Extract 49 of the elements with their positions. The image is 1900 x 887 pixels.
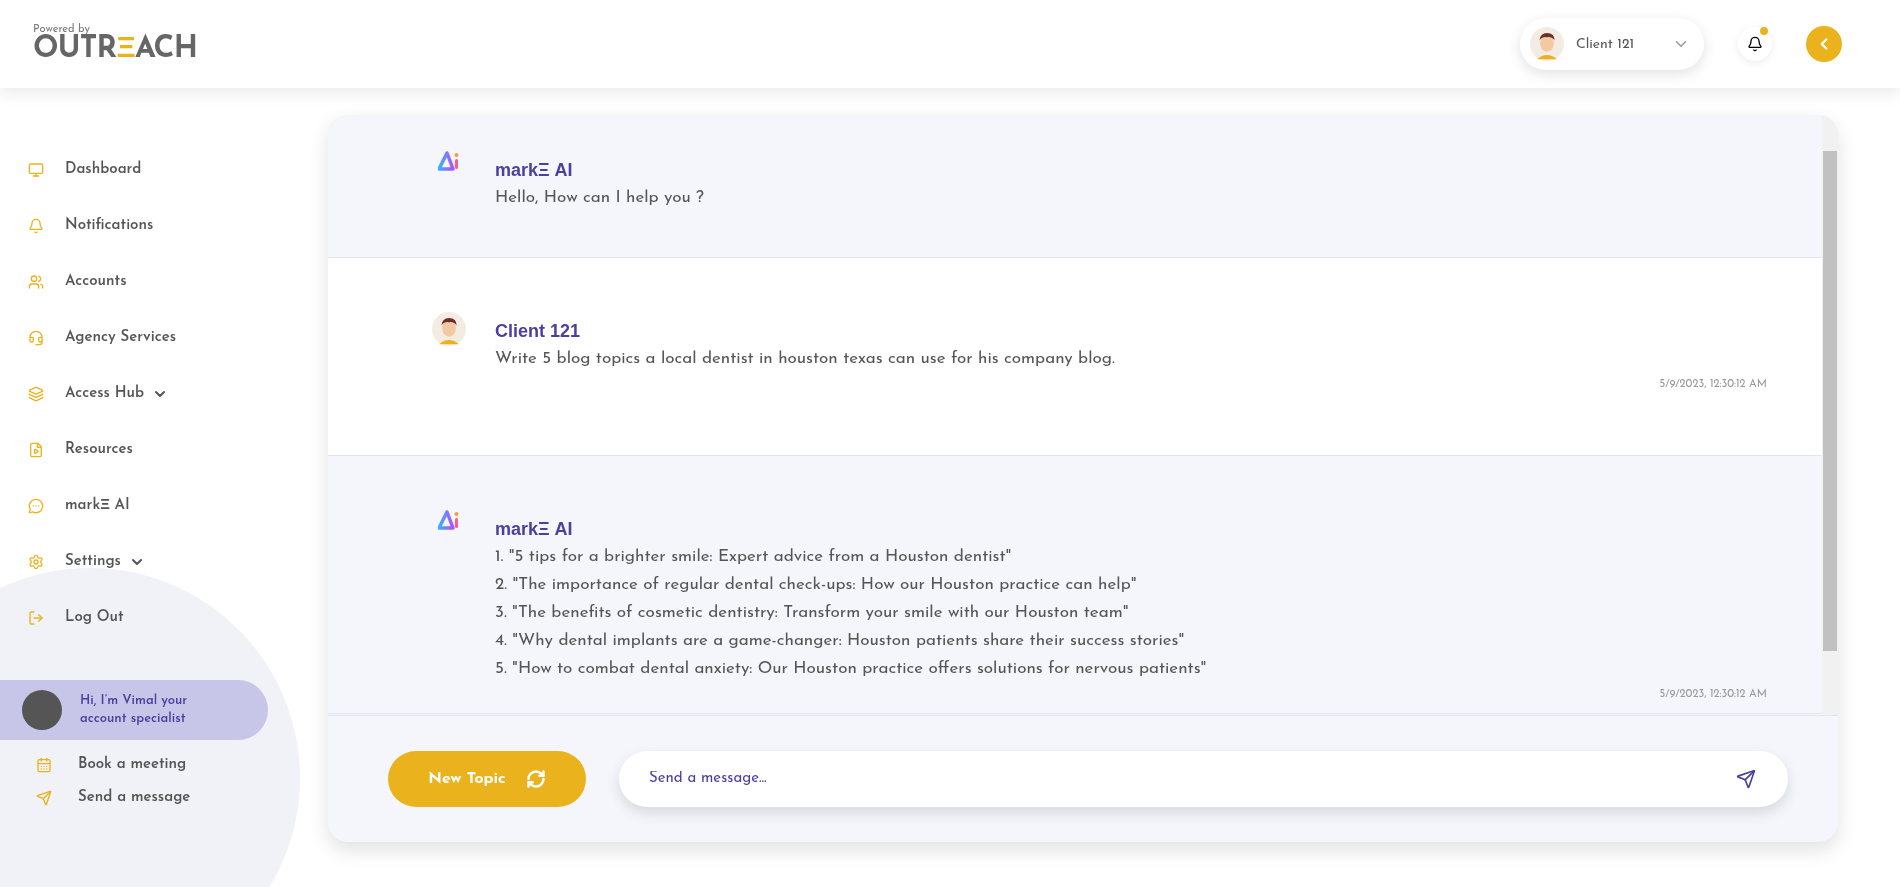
nav-item[interactable]: Log Out [0,590,328,646]
specialist-text: Hi, I’m Vimal your account specialist [80,692,189,727]
nav-item[interactable]: markΞ AI [0,478,328,534]
nav-item[interactable]: Resources [0,422,328,478]
nav-item[interactable]: Access Hub [0,366,328,422]
message-timestamp: 5/9/2023, 12:30:12 AM [1659,377,1767,392]
message-timestamp: 5/9/2023, 12:30:12 AM [1659,687,1767,702]
ai-logo-icon [438,151,460,171]
refresh-icon [525,769,546,789]
notification-button[interactable] [1738,27,1772,61]
message-author: markΞ AI [495,518,574,541]
bell-icon [1747,36,1763,52]
logo: OUTRΞACH [33,34,198,65]
powered-by-text: Powered by [33,23,91,35]
message-author: Client 121 [495,320,582,343]
message-text: 1. "5 tips for a brighter smile: Expert advice from a Houston dentist" [495,547,1013,567]
message-text: 3. "The benefits of cosmetic dentistry: Transform your smile with our Houston team" [495,603,1130,623]
nav-item[interactable]: Dashboard [0,142,328,198]
user-avatar [1530,27,1564,61]
logout-icon [28,610,44,626]
message-text: 5. "How to combat dental anxiety: Our Houston practice offers solutions for nervous patients" [495,659,1207,679]
sidebar-action[interactable]: Book a meeting [36,754,328,777]
monitor-icon [28,162,44,178]
message-author: markΞ AI [495,159,574,182]
chat-bubble-icon [28,498,44,514]
photo-placeholder [22,690,62,730]
headset-icon [28,330,44,346]
nav-item[interactable]: Accounts [0,254,328,310]
message-text: 2. "The importance of regular dental check-ups: How our Houston practice can help" [495,575,1138,595]
message-text: Hello, How can I help you ? [495,188,704,208]
sidebar-action[interactable]: Send a message [36,786,328,809]
nav-item[interactable]: Settings [0,534,328,590]
settings-icon [28,554,44,570]
user-avatar [432,312,466,346]
bell-icon [28,218,44,234]
send-icon[interactable] [1736,769,1756,789]
users-icon [28,274,44,290]
nav-item[interactable]: Notifications [0,198,328,254]
layers-icon [28,386,44,402]
nav-item[interactable]: Agency Services [0,310,328,366]
user-menu[interactable]: Client 121 [1520,18,1704,70]
message-text: Write 5 blog topics a local dentist in houston texas can use for his company blog. [495,349,1115,369]
calendar-icon [36,757,52,774]
ai-logo-icon [438,510,460,530]
file-icon [28,442,44,458]
message-text: 4. "Why dental implants are a game-changer: Houston patients share their success stories" [495,631,1186,651]
message-field[interactable]: Send a message... [619,751,1788,807]
paper-plane-icon [36,789,52,806]
message-input[interactable]: Send a message... [649,767,1736,791]
